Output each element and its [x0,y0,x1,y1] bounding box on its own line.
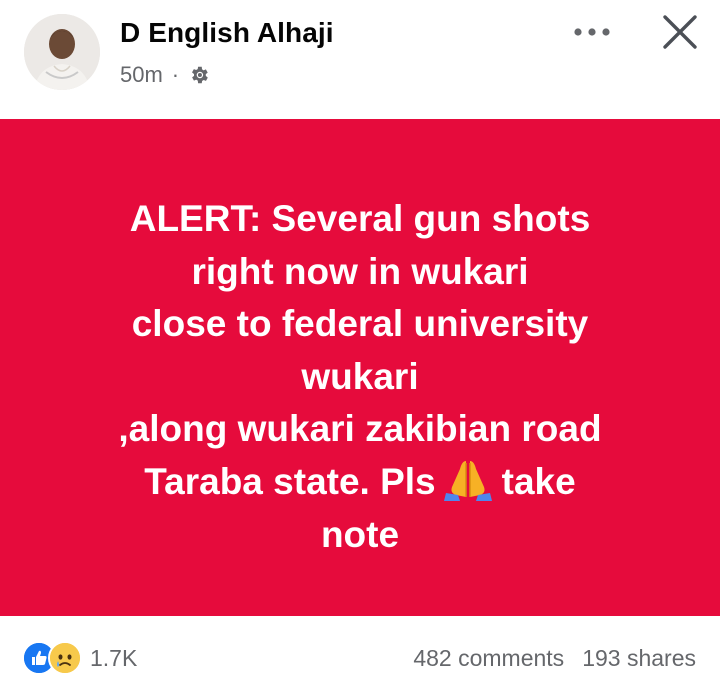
post-header: D English Alhaji 50m · [0,0,720,118]
post-text-line: wukari [301,355,419,397]
more-options-button[interactable] [570,20,614,44]
post-text-line: ALERT: Several gun shots [129,198,591,239]
close-button[interactable] [660,12,700,52]
post-text-line: note [320,513,400,555]
more-horizontal-icon [574,28,610,36]
post-text-background: ALERT: Several gun shots right now in wu… [0,119,720,616]
folded-hands-emoji-icon [442,457,494,501]
sad-icon [48,641,82,675]
post-footer: 1.7K 482 comments 193 shares [0,616,720,690]
facebook-post: D English Alhaji 50m · ALERT: Several gu… [0,0,720,690]
post-text-line: close to federal university [131,303,589,345]
post-text-fragment: Taraba state. Pls [144,460,436,502]
avatar-image [24,14,100,90]
meta-separator: · [171,62,180,87]
post-text-line: ,along wukari zakibian road [118,408,602,450]
post-meta: 50m · [120,60,210,90]
post-text-line: right now in wukari [191,250,529,292]
shares-count[interactable]: 193 shares [582,645,696,672]
comments-count[interactable]: 482 comments [413,645,564,672]
gear-icon[interactable] [188,64,210,86]
avatar[interactable] [24,14,100,90]
engagement-counts: 482 comments 193 shares [413,640,696,676]
post-time[interactable]: 50m [120,62,163,88]
reactions-summary[interactable]: 1.7K [22,640,137,676]
post-text: ALERT: Several gun shots right now in wu… [40,193,680,561]
post-text-line-emoji: Taraba state. Pls take [40,456,680,509]
close-icon [663,15,697,49]
post-text-fragment: take [501,460,576,502]
reaction-count[interactable]: 1.7K [90,645,137,672]
author-name[interactable]: D English Alhaji [120,17,334,49]
